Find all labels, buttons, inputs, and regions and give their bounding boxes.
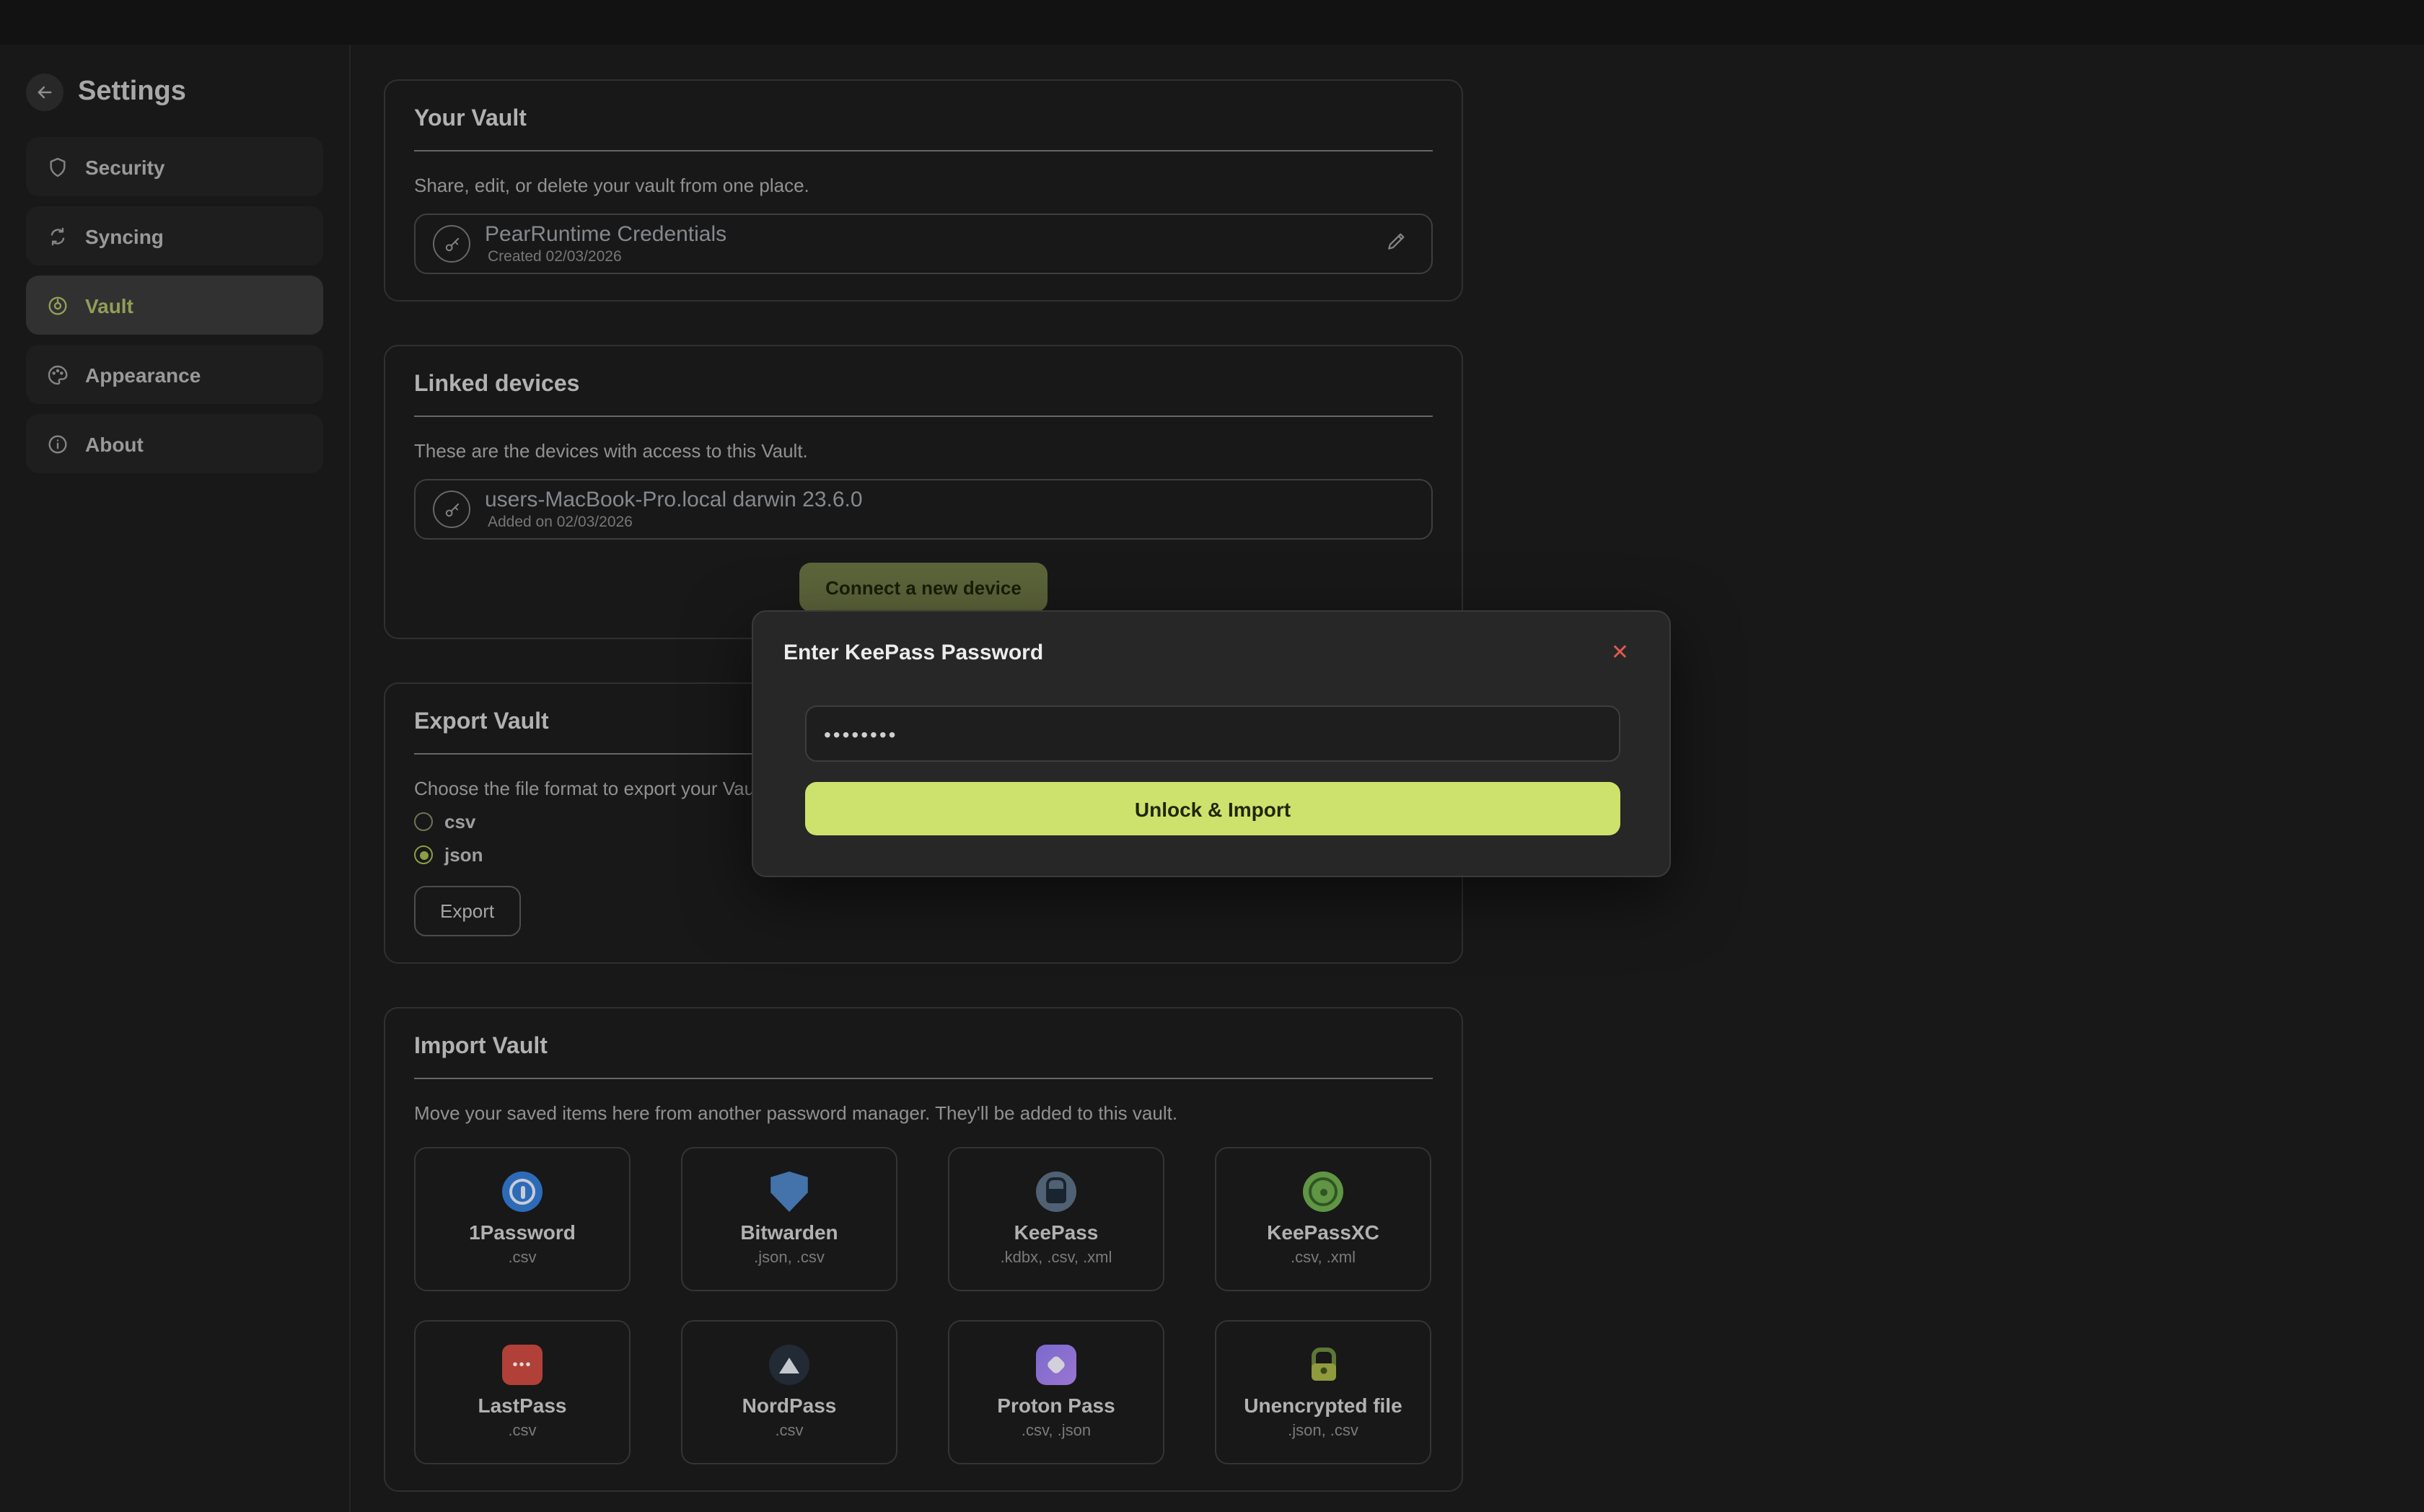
password-input[interactable] bbox=[805, 706, 1620, 762]
unlock-import-button[interactable]: Unlock & Import bbox=[805, 782, 1620, 835]
app-window: Settings Security Syncing Vault Appeara bbox=[0, 0, 2424, 1512]
keepass-password-dialog: Enter KeePass Password ✕ Unlock & Import bbox=[752, 610, 1671, 877]
close-icon[interactable]: ✕ bbox=[1611, 642, 1629, 664]
dialog-title: Enter KeePass Password bbox=[783, 641, 1043, 665]
